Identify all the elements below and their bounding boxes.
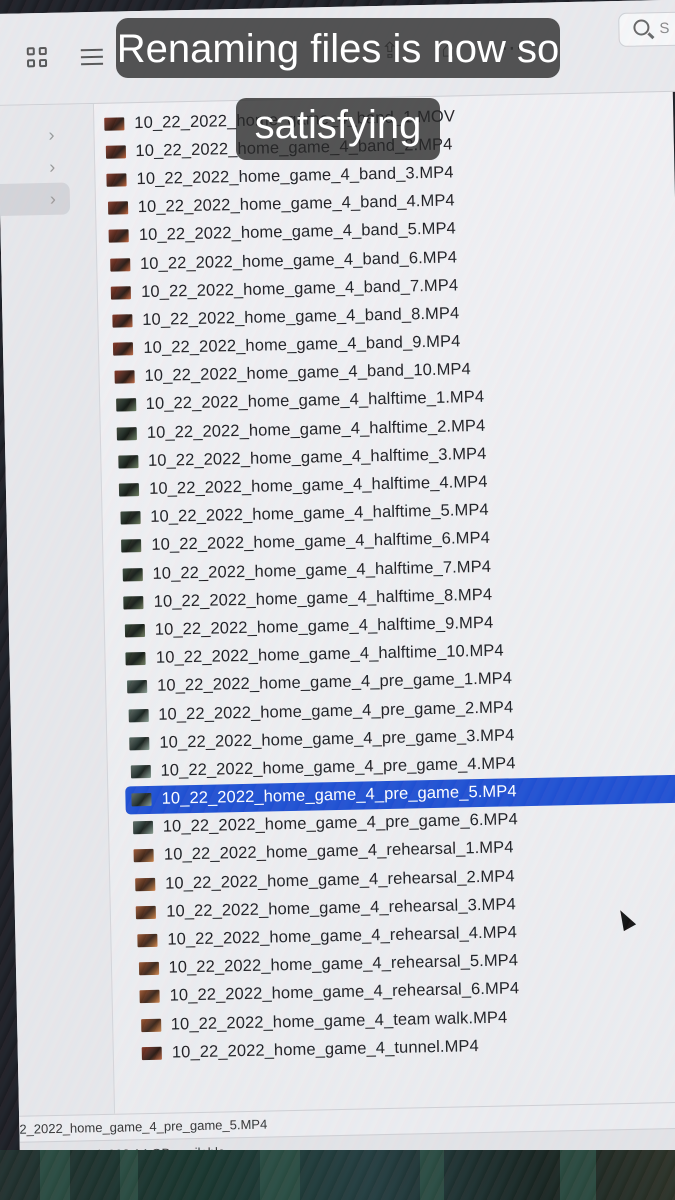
file-name: 10_22_2022_home_game_4_rehearsal_4.MP4 <box>167 923 518 949</box>
video-thumbnail-icon <box>141 1046 163 1060</box>
file-name: 10_22_2022_home_game_4_band_7.MP4 <box>140 276 459 301</box>
file-name: 10_22_2022_home_game_4_band_4.MP4 <box>137 191 455 217</box>
search-input[interactable]: S <box>618 11 675 47</box>
video-thumbnail-icon <box>113 342 134 356</box>
video-thumbnail-icon <box>124 623 145 638</box>
video-thumbnail-icon <box>106 173 127 187</box>
file-name: 10_22_2022_home_game_4_halftime_9.MP4 <box>154 613 494 639</box>
video-thumbnail-icon <box>131 793 152 807</box>
path-bar-text: 2_2022_home_game_4_pre_game_5.MP4 <box>19 1116 268 1137</box>
file-name: 10_22_2022_home_game_4_halftime_5.MP4 <box>150 501 489 527</box>
file-name: 10_22_2022_home_game_4_pre_game_6.MP4 <box>162 810 518 836</box>
video-thumbnail-icon <box>115 398 136 413</box>
caption-line-2: satisfying <box>254 103 422 147</box>
search-placeholder: S <box>659 19 670 38</box>
video-thumbnail-icon <box>123 595 144 610</box>
video-thumbnail-icon <box>121 539 142 553</box>
video-thumbnail-icon <box>116 426 137 441</box>
video-thumbnail-icon <box>114 370 135 384</box>
file-name: 10_22_2022_home_game_4_band_5.MP4 <box>138 219 457 245</box>
video-thumbnail-icon <box>122 567 143 582</box>
file-name: 10_22_2022_home_game_4_band_8.MP4 <box>142 304 460 329</box>
finder-window: ⇪ ⌂ ⋯ S › › › 10_22_2022_home_game_4_ban… <box>0 0 675 1200</box>
file-name: 10_22_2022_home_game_4_band_3.MP4 <box>136 163 454 189</box>
list-view-icon[interactable] <box>77 42 108 73</box>
video-thumbnail-icon <box>132 821 153 835</box>
file-name: 10_22_2022_home_game_4_rehearsal_3.MP4 <box>166 895 516 921</box>
video-thumbnail-icon <box>105 145 126 159</box>
file-name: 10_22_2022_home_game_4_pre_game_5.MP4 <box>161 782 517 808</box>
story-caption: Renaming files is now so <box>116 18 560 78</box>
file-name: 10_22_2022_home_game_4_pre_game_1.MP4 <box>156 669 513 696</box>
video-thumbnail-icon <box>137 933 158 948</box>
file-name: 10_22_2022_home_game_4_halftime_10.MP4 <box>155 641 504 667</box>
sidebar-item-selected[interactable] <box>0 182 71 216</box>
video-thumbnail-icon <box>119 483 140 497</box>
video-thumbnail-icon <box>120 511 141 525</box>
chevron-right-icon[interactable]: › <box>49 157 55 178</box>
file-name: 10_22_2022_home_game_4_team walk.MP4 <box>170 1008 508 1034</box>
video-thumbnail-icon <box>104 116 125 131</box>
chevron-right-icon[interactable]: › <box>50 189 56 210</box>
video-thumbnail-icon <box>126 680 148 694</box>
video-thumbnail-icon <box>130 764 151 779</box>
video-thumbnail-icon <box>134 877 156 891</box>
file-name: 10_22_2022_home_game_4_rehearsal_5.MP4 <box>168 951 519 977</box>
file-name: 10_22_2022_home_game_4_pre_game_3.MP4 <box>159 726 515 752</box>
search-icon <box>633 19 650 36</box>
video-thumbnail-icon <box>139 990 160 1004</box>
video-thumbnail-icon <box>109 257 131 272</box>
file-list: 10_22_2022_home_game_4_band_1.MOV10_22_2… <box>98 97 675 1068</box>
grid-view-icon[interactable] <box>25 43 56 74</box>
file-name: 10_22_2022_home_game_4_halftime_8.MP4 <box>153 585 493 611</box>
video-thumbnail-icon <box>133 849 155 863</box>
sidebar: › › › <box>0 103 116 1116</box>
caption-line-1: Renaming files is now so <box>116 27 560 71</box>
video-thumbnail-icon <box>136 905 157 920</box>
file-name: 10_22_2022_home_game_4_halftime_7.MP4 <box>152 557 492 583</box>
file-name: 10_22_2022_home_game_4_halftime_2.MP4 <box>146 416 486 442</box>
story-caption-2: satisfying <box>236 98 440 160</box>
background-desktop <box>0 1150 675 1200</box>
video-thumbnail-icon <box>108 229 130 244</box>
file-name: 10_22_2022_home_game_4_halftime_3.MP4 <box>147 444 487 470</box>
file-name: 10_22_2022_home_game_4_band_10.MP4 <box>144 360 472 386</box>
file-name: 10_22_2022_home_game_4_halftime_4.MP4 <box>148 472 488 498</box>
file-name: 10_22_2022_home_game_4_band_6.MP4 <box>139 247 458 273</box>
video-thumbnail-icon <box>112 314 133 328</box>
file-name: 10_22_2022_home_game_4_pre_game_2.MP4 <box>158 697 514 724</box>
video-thumbnail-icon <box>138 962 159 976</box>
file-name: 10_22_2022_home_game_4_rehearsal_2.MP4 <box>164 866 515 893</box>
video-thumbnail-icon <box>107 201 128 215</box>
video-thumbnail-icon <box>129 736 150 751</box>
file-name: 10_22_2022_home_game_4_rehearsal_6.MP4 <box>169 979 520 1005</box>
video-thumbnail-icon <box>117 454 139 469</box>
file-name: 10_22_2022_home_game_4_tunnel.MP4 <box>171 1036 480 1062</box>
file-name: 10_22_2022_home_game_4_band_9.MP4 <box>143 332 461 358</box>
file-name: 10_22_2022_home_game_4_halftime_6.MP4 <box>151 529 491 555</box>
chevron-right-icon[interactable]: › <box>48 125 54 146</box>
file-name: 10_22_2022_home_game_4_rehearsal_1.MP4 <box>163 838 514 865</box>
video-thumbnail-icon <box>140 1018 161 1032</box>
video-thumbnail-icon <box>111 285 132 300</box>
video-thumbnail-icon <box>125 652 147 666</box>
file-name: 10_22_2022_home_game_4_halftime_1.MP4 <box>145 388 485 414</box>
file-name: 10_22_2022_home_game_4_pre_game_4.MP4 <box>160 754 516 780</box>
video-thumbnail-icon <box>128 708 149 722</box>
